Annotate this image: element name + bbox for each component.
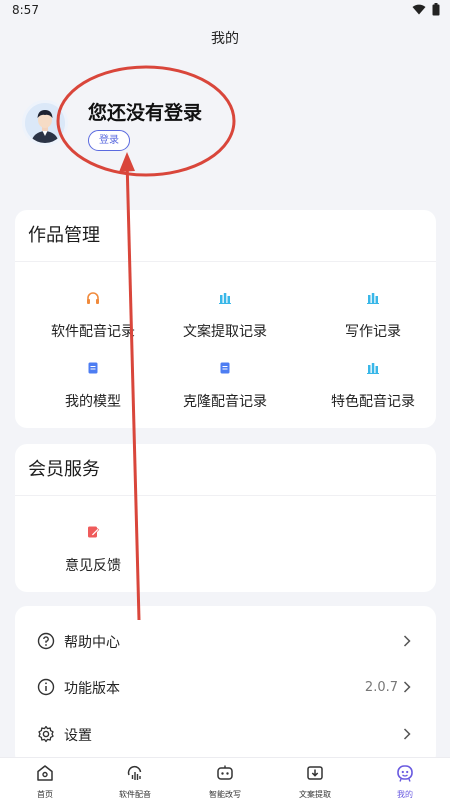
feedback-icon — [88, 526, 100, 538]
grid-item-text-extract-records[interactable]: 文案提取记录 — [155, 290, 295, 341]
vip-service-title: 会员服务 — [15, 444, 436, 496]
tab-smart-rewrite[interactable]: 智能改写 — [180, 758, 270, 800]
bottom-tab-bar: 首页 软件配音 智能改写 文案提取 我的 — [0, 757, 450, 800]
grid-item-label: 克隆配音记录 — [183, 394, 267, 410]
tab-label: 我的 — [397, 790, 413, 799]
grid-item-feedback[interactable]: 意见反馈 — [23, 524, 163, 575]
login-button[interactable]: 登录 — [88, 130, 130, 151]
grid-item-label: 写作记录 — [345, 324, 401, 340]
document-icon — [88, 362, 98, 374]
chevron-right-icon — [403, 728, 411, 740]
wifi-icon — [412, 4, 426, 15]
vip-service-card: 会员服务 意见反馈 — [15, 444, 436, 592]
document-icon — [220, 362, 230, 374]
tab-mine[interactable]: 我的 — [360, 758, 450, 800]
tab-text-extract[interactable]: 文案提取 — [270, 758, 360, 800]
gear-icon — [38, 725, 54, 743]
download-box-icon — [307, 766, 323, 780]
battery-icon — [432, 3, 440, 16]
grid-item-special-dub-records[interactable]: 特色配音记录 — [303, 360, 443, 411]
user-face-icon — [397, 765, 413, 782]
menu-label: 设置 — [64, 728, 92, 744]
headphones-icon — [87, 292, 99, 304]
tab-label: 文案提取 — [299, 790, 331, 799]
menu-label: 功能版本 — [64, 681, 120, 697]
help-icon — [37, 632, 55, 650]
page-title: 我的 — [211, 31, 239, 47]
grid-item-writing-records[interactable]: 写作记录 — [303, 290, 443, 341]
grid-item-label: 软件配音记录 — [51, 324, 135, 340]
menu-row-help-center[interactable]: 帮助中心 — [15, 619, 436, 665]
menu-label: 帮助中心 — [64, 635, 120, 651]
menu-row-settings[interactable]: 设置 — [15, 712, 436, 758]
works-management-card: 作品管理 软件配音记录 文案提取记录 写作记录 我的模型 克隆配音记录 特色配音… — [15, 210, 436, 428]
bar-chart-icon — [367, 293, 379, 304]
voice-icon — [127, 765, 142, 780]
settings-menu-card: 帮助中心 功能版本 2.0.7 设置 — [15, 606, 436, 766]
tab-label: 智能改写 — [209, 790, 241, 799]
grid-item-software-dub-records[interactable]: 软件配音记录 — [23, 290, 163, 341]
avatar[interactable] — [22, 100, 68, 146]
grid-item-label: 意见反馈 — [65, 558, 121, 574]
grid-item-label: 我的模型 — [65, 394, 121, 410]
tab-software-dub[interactable]: 软件配音 — [90, 758, 180, 800]
grid-item-label: 文案提取记录 — [183, 324, 267, 340]
status-time: 8:57 — [12, 3, 39, 17]
chevron-right-icon — [403, 635, 411, 647]
bar-chart-icon — [219, 293, 231, 304]
status-bar: 8:57 — [0, 0, 450, 22]
profile-section: 您还没有登录 登录 — [22, 98, 442, 168]
login-prompt[interactable]: 您还没有登录 — [88, 98, 202, 125]
home-icon — [37, 765, 53, 781]
tab-label: 首页 — [37, 790, 53, 799]
grid-item-label: 特色配音记录 — [331, 394, 415, 410]
robot-icon — [217, 765, 233, 780]
tab-home[interactable]: 首页 — [0, 758, 90, 800]
works-management-title: 作品管理 — [15, 210, 436, 262]
status-icons — [412, 3, 440, 16]
avatar-person-icon — [25, 103, 65, 143]
version-value: 2.0.7 — [364, 680, 398, 695]
info-icon — [37, 678, 55, 696]
bar-chart-icon — [367, 363, 379, 374]
chevron-right-icon — [403, 681, 411, 693]
grid-item-my-models[interactable]: 我的模型 — [23, 360, 163, 411]
tab-label: 软件配音 — [119, 790, 151, 799]
grid-item-clone-dub-records[interactable]: 克隆配音记录 — [155, 360, 295, 411]
menu-row-feature-version[interactable]: 功能版本 2.0.7 — [15, 665, 436, 711]
